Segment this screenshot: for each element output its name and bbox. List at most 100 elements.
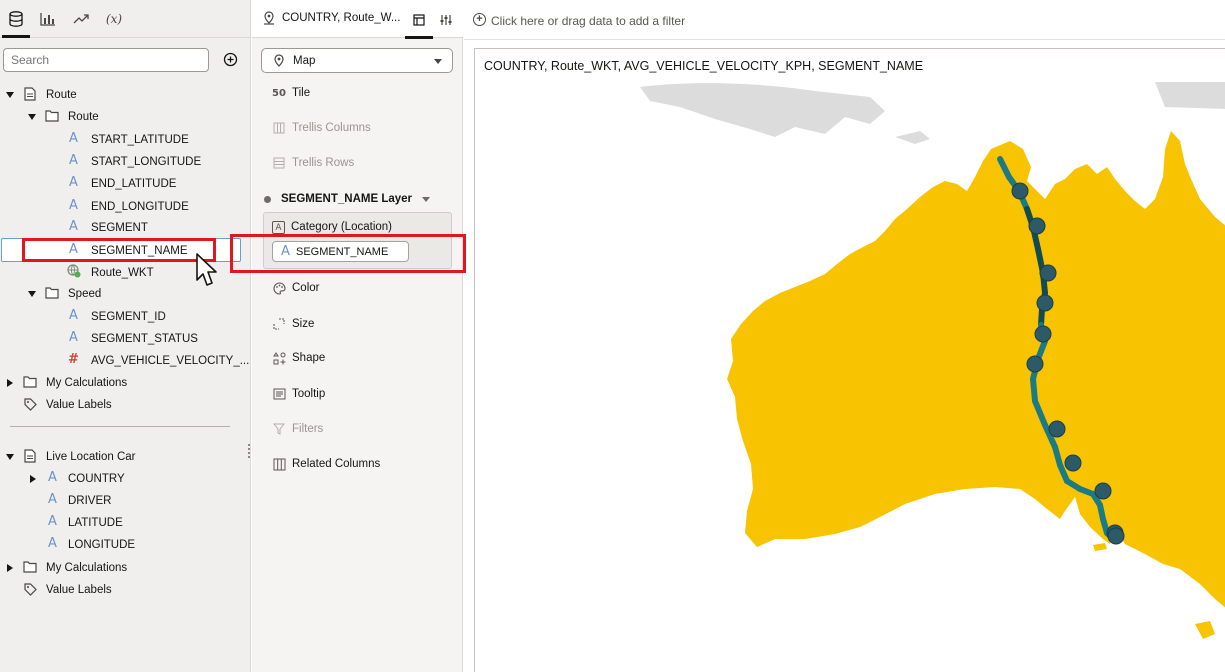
add-filter-icon[interactable]: + [473, 13, 486, 26]
tree-folder-speed[interactable]: Speed [68, 288, 101, 300]
tree-dataset-route[interactable]: Route [46, 89, 77, 101]
filter-icon [272, 422, 286, 436]
grammar-shape[interactable]: Shape [272, 348, 325, 368]
grammar-trellis-rows[interactable]: Trellis Rows [272, 153, 354, 173]
tree-my-calculations[interactable]: My Calculations [46, 377, 127, 389]
category-icon: A [272, 221, 285, 234]
tree-dataset-live-location-car[interactable]: Live Location Car [46, 451, 136, 463]
route-node-marker [1026, 355, 1044, 373]
route-node-marker [1064, 454, 1082, 472]
grammar-header: COUNTRY, Route_W... [252, 0, 463, 39]
attribute-icon: A [69, 219, 78, 234]
layer-header[interactable]: SEGMENT_NAME Layer [264, 190, 431, 208]
grammar-color[interactable]: Color [272, 278, 319, 298]
tree-column-segment-status[interactable]: SEGMENT_STATUS [91, 333, 198, 345]
tree-column-start-longitude[interactable]: START_LONGITUDE [91, 156, 201, 168]
route-segment [1030, 376, 1038, 404]
tree-column-segment[interactable]: SEGMENT [91, 222, 148, 234]
tree-column-avg-velocity[interactable]: AVG_VEHICLE_VELOCITY_... [91, 355, 249, 367]
map-pin-icon [263, 11, 275, 28]
route-node-marker [1048, 420, 1066, 438]
expand-my-calculations-icon[interactable] [5, 378, 15, 388]
layer-name: SEGMENT_NAME Layer [281, 193, 413, 205]
map-canvas[interactable] [475, 49, 1225, 672]
route-node-marker [1039, 264, 1057, 282]
canvas-area: + Click here or drag data to add a filte… [464, 0, 1225, 672]
highlight-category-dropzone [230, 234, 466, 273]
attribute-icon: A [69, 308, 78, 323]
island-landmass [1093, 543, 1107, 551]
tree-column-start-latitude[interactable]: START_LATITUDE [91, 134, 189, 146]
grammar-size[interactable]: Size [272, 314, 314, 334]
grammar-tooltip-label: Tooltip [292, 388, 326, 400]
dataset-icon [23, 87, 37, 101]
data-panel-tabs: (x) [0, 0, 251, 38]
tree-value-labels[interactable]: Value Labels [46, 584, 112, 596]
dataset-divider [10, 426, 230, 427]
route-node-marker [1036, 294, 1054, 312]
tag-icon [23, 397, 37, 411]
tree-column-end-longitude[interactable]: END_LONGITUDE [91, 201, 189, 213]
tree-my-calculations[interactable]: My Calculations [46, 562, 127, 574]
layer-dot-icon [264, 195, 271, 203]
tree-column-latitude[interactable]: LATITUDE [68, 517, 123, 529]
tree-column-segment-id[interactable]: SEGMENT_ID [91, 311, 166, 323]
attribute-icon: A [69, 175, 78, 190]
grammar-color-label: Color [292, 282, 320, 294]
related-columns-icon [272, 457, 286, 471]
grammar-tab-icon[interactable] [405, 10, 433, 39]
viz-type-select[interactable]: Map [261, 48, 453, 73]
neighbor-landmass [1155, 82, 1225, 109]
viz-type-label: Map [293, 55, 316, 67]
grammar-trellis-columns[interactable]: Trellis Columns [272, 118, 371, 138]
tree-column-driver[interactable]: DRIVER [68, 495, 111, 507]
expand-country-icon[interactable] [28, 474, 38, 484]
route-node-marker [1034, 325, 1052, 343]
attribute-icon: A [48, 470, 57, 485]
shape-icon [272, 351, 286, 365]
grammar-trellis-columns-label: Trellis Columns [292, 122, 371, 134]
expand-route-folder-icon[interactable] [27, 112, 37, 122]
category-location-label: Category (Location) [291, 221, 392, 233]
folder-icon [45, 286, 59, 300]
measure-icon: # [68, 352, 79, 367]
expand-live-dataset-icon[interactable] [5, 452, 15, 462]
grammar-panel: COUNTRY, Route_W... Map 50 Tile Trellis … [252, 0, 463, 672]
dataset-icon [23, 449, 37, 463]
route-node-marker [1107, 527, 1125, 545]
trellis-columns-icon [272, 121, 286, 135]
route-node-marker [1094, 482, 1112, 500]
grammar-tile[interactable]: 50 Tile [272, 83, 310, 103]
tree-column-longitude[interactable]: LONGITUDE [68, 539, 135, 551]
expand-route-dataset-icon[interactable] [5, 90, 15, 100]
highlight-segment-name-column [22, 238, 216, 262]
panel-resize-grip[interactable] [248, 444, 250, 458]
add-dataset-icon[interactable] [222, 51, 239, 68]
chevron-down-icon[interactable] [422, 196, 431, 202]
grammar-related-columns[interactable]: Related Columns [272, 454, 380, 474]
properties-tab-icon[interactable] [436, 10, 456, 30]
data-tab-icon[interactable] [2, 8, 30, 38]
grammar-shape-label: Shape [292, 352, 326, 364]
tree-value-labels[interactable]: Value Labels [46, 399, 112, 411]
expand-speed-folder-icon[interactable] [27, 289, 37, 299]
search-input[interactable] [3, 48, 209, 72]
analytics-tab-icon[interactable] [70, 8, 92, 30]
attribute-icon: A [69, 330, 78, 345]
variables-tab-icon[interactable]: (x) [103, 8, 125, 30]
tag-icon [23, 582, 37, 596]
tasmania-landmass [1195, 621, 1215, 639]
tree-column-end-latitude[interactable]: END_LATITUDE [91, 178, 176, 190]
attribute-icon: A [48, 514, 57, 529]
map-visualization[interactable]: COUNTRY, Route_WKT, AVG_VEHICLE_VELOCITY… [474, 48, 1225, 672]
grammar-filters[interactable]: Filters [272, 419, 323, 439]
visualizations-tab-icon[interactable] [37, 8, 59, 30]
attribute-icon: A [48, 536, 57, 551]
tree-column-route-wkt[interactable]: Route_WKT [91, 267, 154, 279]
filter-bar[interactable]: + Click here or drag data to add a filte… [464, 0, 1225, 40]
tree-column-country[interactable]: COUNTRY [68, 473, 125, 485]
expand-my-calculations-icon[interactable] [5, 563, 15, 573]
neighbor-landmass [895, 131, 930, 144]
grammar-tooltip[interactable]: Tooltip [272, 384, 325, 404]
tree-folder-route[interactable]: Route [68, 111, 99, 123]
